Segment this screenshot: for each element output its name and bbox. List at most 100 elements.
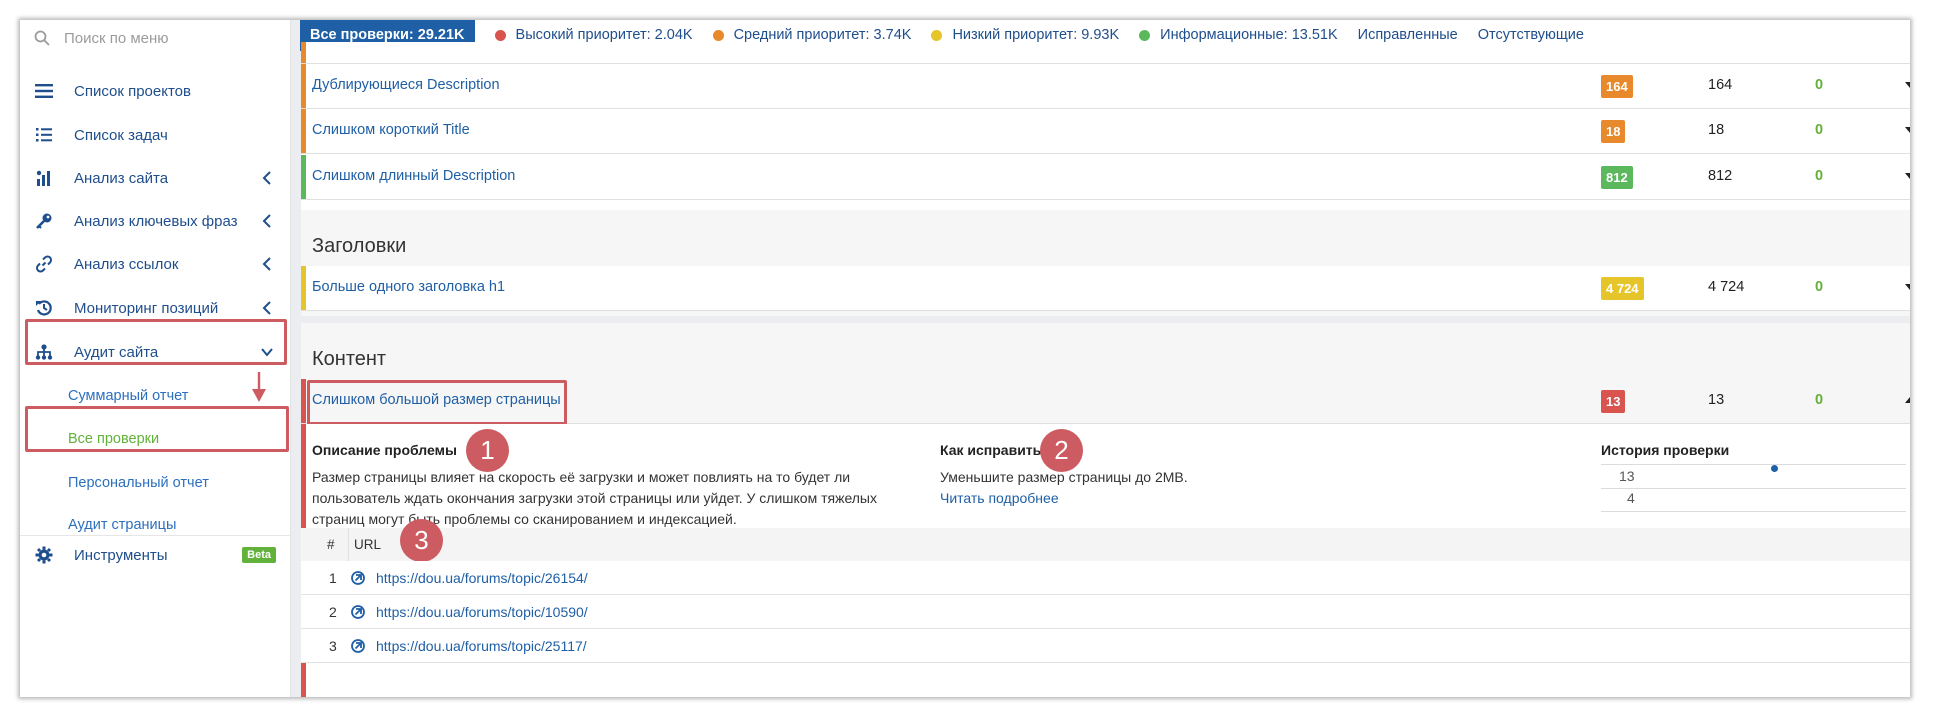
history-tick-label: 13 <box>1619 468 1635 484</box>
issue-count: 164 <box>1708 77 1733 93</box>
description-label: Описание проблемы <box>312 442 457 458</box>
expand-caret-icon[interactable] <box>1905 284 1910 290</box>
sidebar-item-label: Список проектов <box>74 82 191 100</box>
table-row[interactable]: Дублирующиеся Description 164 164 0 <box>301 64 1910 109</box>
sidebar-item-label: Список задач <box>74 126 168 144</box>
priority-bar <box>301 379 306 423</box>
analytics-icon <box>32 168 56 188</box>
sidebar-item-projects[interactable]: Список проектов <box>20 76 291 106</box>
expand-caret-icon[interactable] <box>1905 82 1910 88</box>
column-header-url: URL <box>354 537 382 552</box>
content-panel: Контент Слишком большой размер страницы … <box>301 323 1910 697</box>
check-title-link[interactable]: Слишком длинный Description <box>312 168 515 184</box>
chevron-left-icon <box>262 171 271 185</box>
table-row[interactable]: Больше одного заголовка h1 4 724 4 724 0 <box>301 266 1910 311</box>
sidebar-sub-personal-report[interactable]: Персональный отчет <box>20 468 291 498</box>
history-tick-label: 4 <box>1627 490 1635 506</box>
sidebar: Поиск по меню Список проектов Список зад… <box>20 20 291 697</box>
fixed-count: 0 <box>1815 279 1824 295</box>
annotation-number-2: 2 <box>1040 429 1083 472</box>
check-title-link[interactable]: Дублирующиеся Description <box>312 77 500 93</box>
filter-medium-priority[interactable]: Средний приоритет: 3.74K <box>712 27 911 43</box>
table-row-partial <box>301 42 1910 64</box>
sidebar-item-tools[interactable]: Инструменты Beta <box>20 540 291 570</box>
filter-high-priority[interactable]: Высокий приоритет: 2.04K <box>494 27 693 43</box>
check-title-link[interactable]: Больше одного заголовка h1 <box>312 279 505 295</box>
filter-fixed[interactable]: Исправленные <box>1358 27 1458 43</box>
read-more-link[interactable]: Читать подробнее <box>940 488 1059 509</box>
sidebar-item-label: Анализ ссылок <box>74 255 179 273</box>
collapse-caret-icon[interactable] <box>1905 397 1910 403</box>
external-link-icon[interactable] <box>351 639 365 653</box>
priority-bar <box>301 42 306 63</box>
issue-count-badge: 18 <box>1601 120 1626 143</box>
description-text: Размер страницы влияет на скорость её за… <box>312 469 877 527</box>
history-grid-line <box>1601 511 1906 512</box>
history-icon <box>32 298 56 318</box>
sidebar-item-site-analysis[interactable]: Анализ сайта <box>20 163 291 193</box>
filter-low-priority[interactable]: Низкий приоритет: 9.93K <box>931 27 1119 43</box>
beta-badge: Beta <box>242 547 276 563</box>
sidebar-sub-label: Персональный отчет <box>68 475 209 491</box>
url-row[interactable]: 3 https://dou.ua/forums/topic/25117/ <box>301 629 1910 663</box>
check-details: Описание проблемы Размер страницы влияет… <box>301 424 1910 697</box>
search-icon <box>34 30 50 46</box>
fixed-count: 0 <box>1815 168 1824 184</box>
url-row-index: 3 <box>329 638 337 654</box>
menu-search-placeholder: Поиск по меню <box>64 29 169 47</box>
url-row[interactable]: 2 https://dou.ua/forums/topic/10590/ <box>301 595 1910 629</box>
issue-count: 13 <box>1708 392 1725 408</box>
issue-count-badge: 4 724 <box>1601 277 1644 300</box>
gear-icon <box>32 545 56 565</box>
annotation-box-all-checks <box>25 406 289 452</box>
menu-search[interactable]: Поиск по меню <box>20 20 290 56</box>
annotation-box-site-audit <box>25 319 287 365</box>
annotation-number-3: 3 <box>400 519 443 562</box>
info-dot-icon <box>1139 29 1151 41</box>
filter-missing[interactable]: Отсутствующие <box>1478 27 1584 43</box>
filter-informational[interactable]: Информационные: 13.51K <box>1139 27 1338 43</box>
app-window: Поиск по меню Список проектов Список зад… <box>20 20 1910 697</box>
sidebar-item-keywords[interactable]: Анализ ключевых фраз <box>20 206 291 236</box>
issue-count-badge: 812 <box>1601 166 1633 189</box>
url-table-header: # URL <box>301 528 1910 561</box>
external-link-icon[interactable] <box>351 605 365 619</box>
fixed-count: 0 <box>1815 77 1824 93</box>
headings-panel: Заголовки Больше одного заголовка h1 4 7… <box>301 210 1910 316</box>
expand-caret-icon[interactable] <box>1905 127 1910 133</box>
url-link[interactable]: https://dou.ua/forums/topic/26154/ <box>376 570 588 586</box>
table-row[interactable]: Слишком короткий Title 18 18 0 <box>301 109 1910 154</box>
low-priority-dot-icon <box>931 29 943 41</box>
priority-bar <box>301 109 306 153</box>
priority-bar <box>301 266 306 310</box>
annotation-number-1: 1 <box>466 429 509 472</box>
url-link[interactable]: https://dou.ua/forums/topic/25117/ <box>376 638 587 654</box>
history-grid-line <box>1601 464 1906 465</box>
table-row[interactable]: Слишком длинный Description 812 812 0 <box>301 155 1910 200</box>
sidebar-sub-label: Суммарный отчет <box>68 388 189 404</box>
history-grid-line <box>1601 488 1906 489</box>
priority-bar <box>301 64 306 108</box>
list-icon <box>32 125 56 145</box>
filter-label: Низкий приоритет: 9.93K <box>952 27 1120 43</box>
check-title-link[interactable]: Слишком короткий Title <box>312 122 470 138</box>
annotation-box-check-title <box>307 380 567 425</box>
link-icon <box>32 254 56 274</box>
issue-count: 812 <box>1708 168 1733 184</box>
sidebar-item-tasks[interactable]: Список задач <box>20 120 291 150</box>
external-link-icon[interactable] <box>351 571 365 585</box>
high-priority-dot-icon <box>494 29 506 41</box>
sidebar-item-label: Анализ сайта <box>74 169 169 187</box>
column-divider <box>348 528 349 561</box>
chevron-left-icon <box>262 214 271 228</box>
url-row[interactable]: 1 https://dou.ua/forums/topic/26154/ <box>301 561 1910 595</box>
sidebar-item-label: Анализ ключевых фраз <box>74 212 238 230</box>
chevron-left-icon <box>262 257 271 271</box>
sidebar-item-links[interactable]: Анализ ссылок <box>20 249 291 279</box>
filter-label: Высокий приоритет: 2.04K <box>515 27 693 43</box>
how-to-fix-label: Как исправить? <box>940 442 1050 458</box>
issue-count: 18 <box>1708 122 1725 138</box>
issue-count-badge: 13 <box>1601 390 1626 413</box>
url-link[interactable]: https://dou.ua/forums/topic/10590/ <box>376 604 588 620</box>
expand-caret-icon[interactable] <box>1905 173 1910 179</box>
